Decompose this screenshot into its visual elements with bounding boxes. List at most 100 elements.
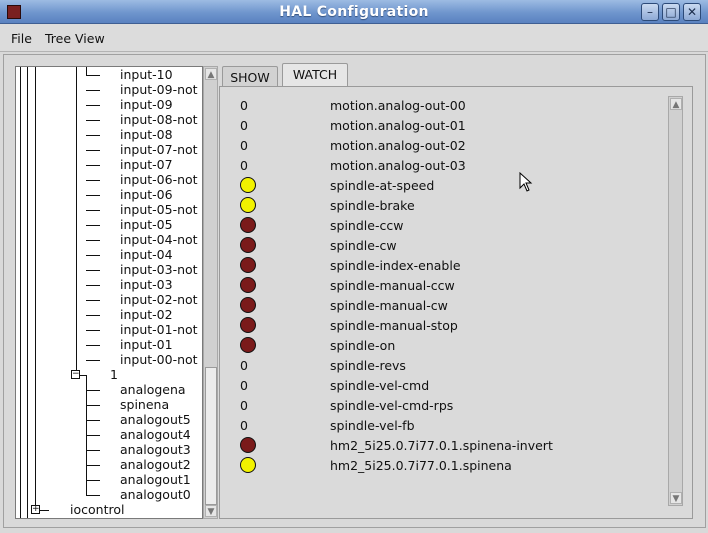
watch-signal-name: motion.analog-out-00: [330, 98, 466, 113]
watch-value: 0: [240, 158, 248, 173]
tree-branch: [86, 495, 100, 496]
tree-branch: [86, 150, 100, 151]
tree-scrollbar[interactable]: ▲ ▼: [203, 66, 218, 519]
watch-signal-name: spindle-vel-cmd: [330, 378, 430, 393]
watch-row: spindle-on: [220, 335, 660, 355]
tree-panel[interactable]: input-10 input-09-not input-09 input-08-not…: [15, 66, 203, 519]
tree-item[interactable]: input-00-not: [120, 352, 198, 367]
led-off-icon: [240, 317, 256, 333]
tree-branch: [86, 105, 100, 106]
menu-tree-view[interactable]: Tree View: [45, 31, 105, 46]
tree-item[interactable]: analogena: [120, 382, 186, 397]
maximize-button[interactable]: □: [662, 3, 680, 21]
tree-branch: [86, 120, 100, 121]
tree-branch: [86, 390, 100, 391]
scroll-up-arrow-icon[interactable]: ▲: [205, 68, 217, 80]
tree-item[interactable]: input-05-not: [120, 202, 198, 217]
tree-branch: [86, 210, 100, 211]
tree-item[interactable]: analogout3: [120, 442, 191, 457]
tree-branch: [86, 270, 100, 271]
watch-signal-name: spindle-revs: [330, 358, 406, 373]
watch-row: 0 spindle-vel-cmd-rps: [220, 395, 660, 415]
watch-row: 0 motion.analog-out-03: [220, 155, 660, 175]
tree-branch: [86, 435, 100, 436]
tree-node-1[interactable]: 1: [110, 367, 118, 382]
led-off-icon: [240, 337, 256, 353]
watch-panel: 0 motion.analog-out-00 0 motion.analog-out-…: [219, 86, 693, 519]
minimize-button[interactable]: –: [641, 3, 659, 21]
scroll-down-arrow-icon[interactable]: ▼: [670, 492, 682, 504]
title-bar[interactable]: HAL Configuration – □ ✕: [0, 0, 708, 24]
watch-value: 0: [240, 398, 248, 413]
tree-item[interactable]: input-09-not: [120, 82, 198, 97]
watch-row: spindle-manual-stop: [220, 315, 660, 335]
watch-row: spindle-manual-ccw: [220, 275, 660, 295]
led-on-icon: [240, 197, 256, 213]
led-on-icon: [240, 177, 256, 193]
close-button[interactable]: ✕: [683, 3, 701, 21]
tab-watch[interactable]: WATCH: [282, 63, 348, 87]
tree-item[interactable]: input-05: [120, 217, 173, 232]
tree-item[interactable]: analogout1: [120, 472, 191, 487]
menu-file[interactable]: File: [11, 31, 32, 46]
watch-row: 0 spindle-revs: [220, 355, 660, 375]
tree-item[interactable]: input-06-not: [120, 172, 198, 187]
tree-item[interactable]: input-01: [120, 337, 173, 352]
watch-signal-name: hm2_5i25.0.7i77.0.1.spinena: [330, 458, 512, 473]
tree-guide-line: [20, 67, 21, 518]
led-off-icon: [240, 257, 256, 273]
tree-item[interactable]: input-10: [120, 67, 173, 82]
tree-item[interactable]: input-04-not: [120, 232, 198, 247]
tree-item[interactable]: input-08: [120, 127, 173, 142]
tree-item[interactable]: analogout0: [120, 487, 191, 502]
tree-item[interactable]: input-07: [120, 157, 173, 172]
tree-branch: [86, 240, 100, 241]
tree-item[interactable]: analogout5: [120, 412, 191, 427]
tree-item[interactable]: input-07-not: [120, 142, 198, 157]
tree-item[interactable]: input-03: [120, 277, 173, 292]
tree-item[interactable]: input-02-not: [120, 292, 198, 307]
tree-branch: [86, 285, 100, 286]
scroll-down-arrow-icon[interactable]: ▼: [205, 505, 217, 517]
tree-branch: [86, 465, 100, 466]
tree-item[interactable]: input-09: [120, 97, 173, 112]
watch-row: spindle-cw: [220, 235, 660, 255]
tree-item[interactable]: input-06: [120, 187, 173, 202]
tree-guide-line: [35, 67, 36, 510]
tree-guide-line: [86, 67, 87, 75]
tree-branch: [86, 225, 100, 226]
led-off-icon: [240, 237, 256, 253]
watch-row: 0 spindle-vel-cmd: [220, 375, 660, 395]
tree-node-iocontrol[interactable]: iocontrol: [70, 502, 124, 517]
led-off-icon: [240, 297, 256, 313]
tree-item[interactable]: input-02: [120, 307, 173, 322]
tab-show[interactable]: SHOW: [222, 66, 278, 87]
tree-item[interactable]: input-04: [120, 247, 173, 262]
tree-item[interactable]: input-01-not: [120, 322, 198, 337]
tree-branch: [86, 420, 100, 421]
tree-item[interactable]: analogout2: [120, 457, 191, 472]
watch-signal-name: motion.analog-out-01: [330, 118, 466, 133]
expand-icon[interactable]: +: [31, 505, 40, 514]
scroll-thumb[interactable]: [205, 367, 217, 505]
tree-item[interactable]: spinena: [120, 397, 169, 412]
tree-item[interactable]: analogout4: [120, 427, 191, 442]
watch-scrollbar[interactable]: ▲ ▼: [668, 96, 683, 506]
watch-row: spindle-at-speed: [220, 175, 660, 195]
led-on-icon: [240, 457, 256, 473]
watch-value: 0: [240, 358, 248, 373]
watch-signal-name: spindle-brake: [330, 198, 415, 213]
tree-branch: [86, 180, 100, 181]
mouse-cursor-icon: [519, 172, 533, 192]
tree-item[interactable]: input-03-not: [120, 262, 198, 277]
watch-signal-name: spindle-vel-cmd-rps: [330, 398, 454, 413]
scroll-up-arrow-icon[interactable]: ▲: [670, 98, 682, 110]
tree-item[interactable]: input-08-not: [120, 112, 198, 127]
collapse-icon[interactable]: −: [71, 370, 80, 379]
watch-value: 0: [240, 118, 248, 133]
watch-signal-name: spindle-manual-ccw: [330, 278, 455, 293]
watch-signal-name: motion.analog-out-03: [330, 158, 466, 173]
tree-branch: [86, 405, 100, 406]
watch-signal-name: spindle-manual-cw: [330, 298, 448, 313]
watch-value: 0: [240, 378, 248, 393]
